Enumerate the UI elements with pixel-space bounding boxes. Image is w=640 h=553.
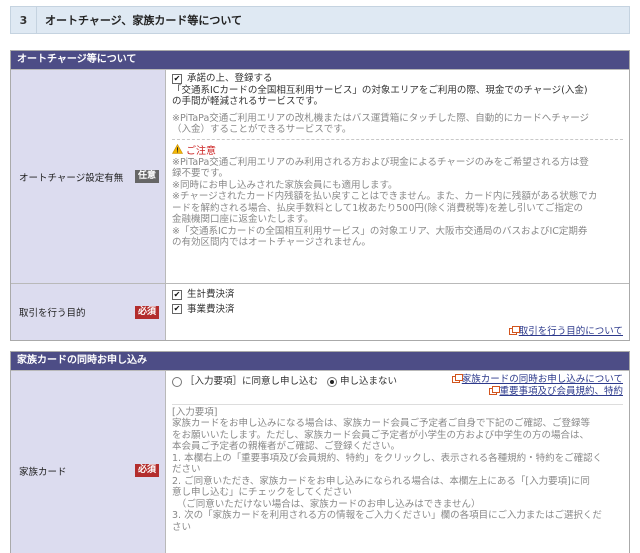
section-title: オートチャージ、家族カード等について — [45, 14, 243, 27]
caution-line: ※PiTaPa交通ご利用エリアのみ利用される方および現金によるチャージのみをご希… — [172, 156, 589, 168]
family-decline-radio[interactable] — [327, 376, 338, 387]
new-window-icon — [489, 385, 501, 395]
caution-line: ※「交通系ICカードの全国相互利用サービス」の対象エリア、大阪市交通局のバスおよ… — [172, 225, 588, 237]
autocharge-note-line: ※PiTaPa交通ご利用エリアの改札機またはバス運賃箱にタッチした際、自動的にカ… — [172, 112, 590, 124]
family-info-link-wrap[interactable]: 家族カードの同時お申し込みについて — [451, 374, 623, 386]
purpose-info-link[interactable]: 取引を行う目的について — [519, 326, 623, 337]
terms-line: 本会員ご予定者の親権者がご確認、ご登録ください。 — [172, 441, 401, 452]
purpose-option[interactable]: ✔ 事業費決済 — [172, 304, 623, 316]
family-apply-label[interactable]: ［入力要項］に同意し申し込む — [185, 376, 318, 387]
caution-line: ードを解約される場合、払戻手数料として1枚あたり500円(除く消費税等)を差し引… — [172, 202, 584, 214]
terms-line: さい — [172, 521, 192, 533]
purpose-content: ✔ 生計費決済 ✔ 事業費決済 取引を行う目的について — [166, 284, 629, 340]
family-decline-label[interactable]: 申し込まない — [340, 376, 397, 387]
caution-heading: ご注意 — [172, 142, 623, 157]
required-badge: 必須 — [134, 464, 159, 477]
autocharge-desc-line: の手間が軽減されるサービスです。 — [172, 96, 324, 107]
terms-scroll-box[interactable]: [入力要項] 家族カードをお申し込みになる場合は、家族カード会員ご予定者ご自身で… — [172, 403, 623, 534]
warning-icon — [172, 144, 183, 154]
purpose-option-label: 事業費決済 — [187, 303, 235, 315]
purpose-business-checkbox[interactable]: ✔ — [172, 304, 182, 314]
autocharge-setting-label: オートチャージ設定有無 — [19, 172, 124, 184]
autocharge-panel-header: オートチャージ等について — [11, 51, 629, 69]
family-card-label-cell: 家族カード 必須 — [11, 371, 166, 553]
autocharge-note-line: （入金）することができるサービスです。 — [172, 124, 352, 135]
terms-line: 家族カードをお申し込みになる場合は、家族カード会員ご予定者ご自身で下記のご確認、… — [172, 418, 591, 429]
terms-line: をお願いいたします。ただし、家族カード会員ご予定者が小学生の方および中学生の方の… — [172, 429, 590, 441]
new-window-icon — [451, 374, 463, 383]
terms-line: 1. 本欄右上の「重要事項及び会員規約、特約」をクリックし、表示される各種規約・… — [172, 452, 603, 464]
terms-heading: [入力要項] — [172, 406, 218, 418]
purpose-row: 取引を行う目的 必須 ✔ 生計費決済 ✔ 事業費決済 取引を行う目的について — [11, 283, 629, 340]
purpose-option-label: 生計費決済 — [187, 289, 235, 300]
terms-link[interactable]: 重要事項及び会員規約、特約 — [499, 386, 623, 397]
terms-line: ださい — [172, 464, 201, 475]
terms-line: 3. 次の「家族カードを利用される方の情報をご入力ください」欄の各項目にご入力ま… — [172, 510, 602, 521]
family-links: 家族カードの同時お申し込みについて 重要事項及び会員規約、特約 — [451, 374, 623, 398]
purpose-label-cell: 取引を行う目的 必須 — [11, 284, 166, 340]
family-card-content: ［入力要項］に同意し申し込む 申し込まない 家族カードの同時お申し込みについて … — [166, 371, 629, 553]
content-divider — [172, 138, 623, 140]
required-badge: 必須 — [134, 305, 159, 319]
new-window-icon — [508, 326, 520, 335]
family-card-row: 家族カード 必須 ［入力要項］に同意し申し込む 申し込まない 家族カードの同時お… — [11, 370, 629, 553]
purpose-option[interactable]: ✔ 生計費決済 — [172, 289, 623, 301]
family-apply-radio[interactable] — [172, 376, 182, 387]
caution-line: ※同時にお申し込みされた家族会員にも適用します。 — [172, 179, 398, 191]
family-card-panel-header: 家族カードの同時お申し込み — [11, 352, 629, 370]
caution-line: ※チャージされたカード内残額を払い戻すことはできません。また、カード内に残額があ… — [172, 191, 598, 202]
family-card-panel: 家族カードの同時お申し込み 家族カード 必須 ［入力要項］に同意し申し込む 申し… — [10, 351, 630, 553]
caution-line: 金融機関口座に返金いたします。 — [172, 214, 314, 225]
terms-line: 意し申し込む」にチェックをしてください — [172, 487, 352, 498]
autocharge-consent-checkbox[interactable]: ✔ — [172, 73, 182, 84]
caution-line: 録不要です。 — [172, 168, 229, 179]
optional-badge: 任意 — [134, 170, 159, 183]
purpose-label: 取引を行う目的 — [19, 308, 86, 319]
section-number: 3 — [11, 7, 37, 33]
autocharge-consent-option[interactable]: ✔ 承諾の上、登録する — [172, 73, 623, 85]
autocharge-panel: オートチャージ等について オートチャージ設定有無 任意 ✔ 承諾の上、登録する 「… — [10, 50, 630, 341]
caution-title: ご注意 — [186, 145, 216, 157]
terms-line: 2. ご同意いただき、家族カードをお申し込みになられる場合は、本欄左上にある「[… — [172, 475, 590, 487]
terms-link-wrap[interactable]: 重要事項及び会員規約、特約 — [452, 385, 623, 398]
autocharge-desc-line: 「交通系ICカードの全国相互利用サービス」の対象エリアをご利用の際、現金でのチャ… — [172, 84, 588, 96]
autocharge-consent-label: 承諾の上、登録する — [187, 73, 273, 84]
family-info-link[interactable]: 家族カードの同時お申し込みについて — [462, 374, 623, 385]
family-card-label: 家族カード — [19, 466, 67, 478]
autocharge-setting-row: オートチャージ設定有無 任意 ✔ 承諾の上、登録する 「交通系ICカードの全国相互… — [11, 69, 629, 283]
purpose-living-checkbox[interactable]: ✔ — [172, 289, 182, 300]
caution-line: の有効区間内ではオートチャージされません。 — [172, 237, 371, 248]
autocharge-setting-content: ✔ 承諾の上、登録する 「交通系ICカードの全国相互利用サービス」の対象エリアをご… — [166, 70, 629, 283]
purpose-link-wrap[interactable]: 取引を行う目的について — [508, 323, 623, 337]
autocharge-setting-label-cell: オートチャージ設定有無 任意 — [11, 70, 166, 283]
section-heading: 3 オートチャージ、家族カード等について — [10, 6, 630, 34]
terms-line: （ご同意いただけない場合は、家族カードのお申し込みはできません） — [172, 498, 481, 510]
